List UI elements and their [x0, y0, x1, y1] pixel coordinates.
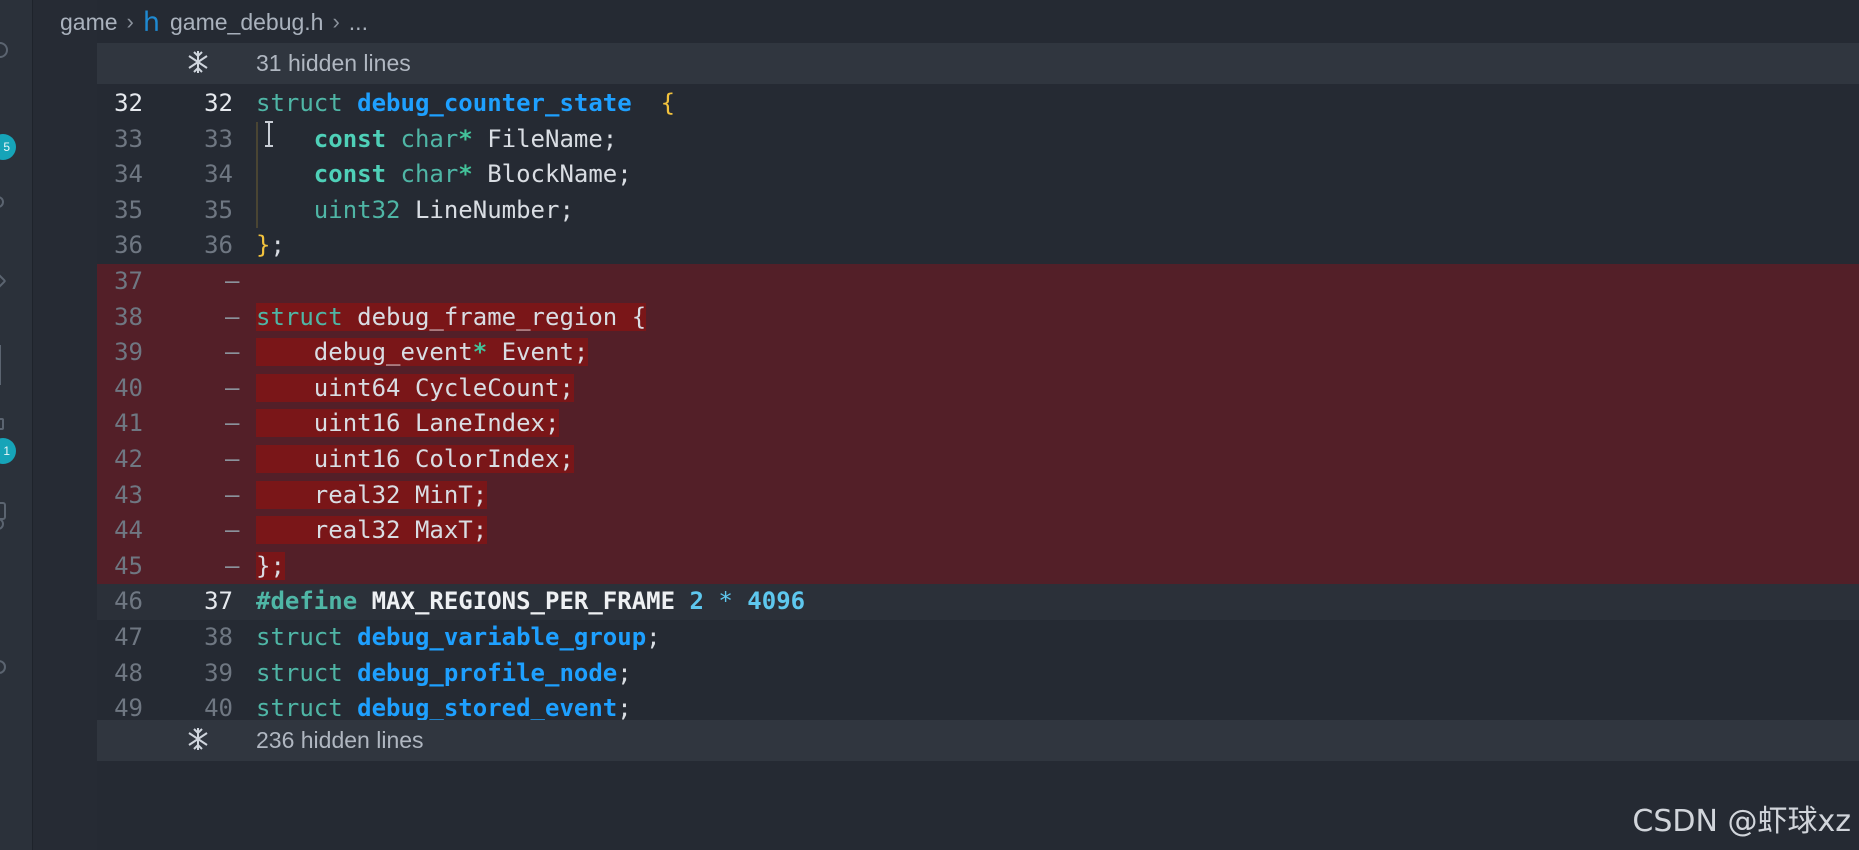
- hidden-lines-label: 236 hidden lines: [256, 727, 424, 753]
- code-line[interactable]: 35 35 uint32 LineNumber;: [97, 193, 1859, 229]
- removed-line-marker: —: [225, 266, 240, 295]
- code-line[interactable]: 39 — debug_event* Event;: [97, 335, 1859, 371]
- removed-line-marker: —: [225, 480, 240, 509]
- line-number-original: 45: [114, 551, 143, 580]
- code-text[interactable]: uint64 CycleCount;: [256, 371, 574, 407]
- line-number-modified: 34: [204, 160, 233, 189]
- code-line[interactable]: 37 —: [97, 263, 1859, 300]
- watermark: CSDN @虾球xz: [1632, 804, 1851, 839]
- folder-icon[interactable]: [0, 418, 4, 430]
- code-line[interactable]: 48 39 struct debug_profile_node;: [97, 656, 1859, 692]
- code-line[interactable]: 42 — uint16 ColorIndex;: [97, 441, 1859, 478]
- chevron-right-icon: ›: [332, 9, 340, 34]
- breadcrumb-file[interactable]: game_debug.h: [170, 9, 323, 36]
- code-text[interactable]: };: [256, 549, 285, 585]
- unfold-icon[interactable]: [185, 726, 211, 752]
- line-number-modified: 32: [204, 89, 233, 117]
- run-debug-icon[interactable]: [0, 196, 4, 208]
- line-number-original: 43: [114, 480, 143, 509]
- line-number-original: 46: [114, 587, 143, 616]
- breadcrumb: game › h game_debug.h › ...: [60, 6, 368, 38]
- removed-line-marker: —: [225, 338, 240, 367]
- code-text[interactable]: const char* BlockName;: [256, 157, 632, 193]
- notifications-badge[interactable]: 1: [0, 438, 16, 464]
- line-number-original: 38: [114, 302, 143, 331]
- hidden-lines-label: 31 hidden lines: [256, 50, 411, 76]
- files-icon[interactable]: [0, 502, 6, 520]
- hidden-lines-bottom[interactable]: 236 hidden lines: [97, 720, 1859, 761]
- line-number-original: 41: [114, 409, 143, 438]
- line-number-original: 35: [114, 195, 143, 224]
- line-number-original: 37: [114, 266, 143, 295]
- code-text[interactable]: struct debug_counter_state {: [256, 86, 675, 122]
- line-number-original: 36: [114, 231, 143, 260]
- hidden-lines-top[interactable]: 31 hidden lines: [97, 43, 1859, 84]
- code-text[interactable]: struct debug_variable_group;: [256, 620, 661, 656]
- code-line[interactable]: 40 — uint64 CycleCount;: [97, 370, 1859, 407]
- activity-bar: 5 1: [0, 0, 33, 850]
- code-line[interactable]: 45 —};: [97, 548, 1859, 585]
- code-line[interactable]: 46 37 #define MAX_REGIONS_PER_FRAME 2 * 40…: [97, 584, 1859, 620]
- header-file-icon: h: [142, 6, 160, 38]
- line-number-modified: 39: [204, 658, 233, 687]
- chevron-right-icon[interactable]: [0, 272, 7, 290]
- code-text[interactable]: real32 MinT;: [256, 478, 488, 514]
- line-number-modified: 38: [204, 622, 233, 651]
- code-line[interactable]: 34 34 const char* BlockName;: [97, 157, 1859, 193]
- unfold-icon[interactable]: [185, 49, 211, 75]
- code-text[interactable]: uint16 LaneIndex;: [256, 406, 560, 442]
- code-line[interactable]: 47 38 struct debug_variable_group;: [97, 620, 1859, 656]
- extensions-icon[interactable]: [0, 345, 1, 385]
- line-number-modified: 33: [204, 124, 233, 153]
- code-line[interactable]: 43 — real32 MinT;: [97, 477, 1859, 514]
- line-number-original: 33: [114, 124, 143, 153]
- removed-line-marker: —: [225, 373, 240, 402]
- breadcrumb-more[interactable]: ...: [349, 9, 368, 36]
- code-line[interactable]: 32 32 struct debug_counter_state {: [97, 86, 1859, 122]
- line-number-modified: 37: [204, 587, 233, 616]
- line-number-original: 40: [114, 373, 143, 402]
- line-number-original: 42: [114, 444, 143, 473]
- removed-line-marker: —: [225, 516, 240, 545]
- removed-line-marker: —: [225, 302, 240, 331]
- code-text[interactable]: debug_event* Event;: [256, 335, 589, 371]
- breadcrumb-folder[interactable]: game: [60, 9, 118, 36]
- code-line[interactable]: 41 — uint16 LaneIndex;: [97, 406, 1859, 442]
- code-text[interactable]: };: [256, 228, 285, 264]
- source-control-badge[interactable]: 5: [0, 134, 16, 160]
- code-text[interactable]: #define MAX_REGIONS_PER_FRAME 2 * 4096: [256, 584, 805, 620]
- gear-icon[interactable]: [0, 660, 6, 674]
- line-number-original: 39: [114, 338, 143, 367]
- code-line[interactable]: 44 — real32 MaxT;: [97, 513, 1859, 549]
- removed-line-marker: —: [225, 551, 240, 580]
- line-number-modified: 36: [204, 231, 233, 260]
- line-number-original: 48: [114, 658, 143, 687]
- gutter-spacer: [33, 0, 97, 850]
- removed-line-marker: —: [225, 409, 240, 438]
- code-text[interactable]: struct debug_frame_region {: [256, 300, 647, 336]
- line-number-original: 32: [114, 89, 143, 117]
- removed-line-marker: —: [225, 444, 240, 473]
- code-line[interactable]: 36 36};: [97, 228, 1859, 264]
- indent-guide: [256, 121, 258, 229]
- line-number-modified: 35: [204, 195, 233, 224]
- code-lines[interactable]: 32 32 struct debug_counter_state { 33 33 con…: [97, 86, 1859, 762]
- code-text[interactable]: uint16 ColorIndex;: [256, 442, 574, 478]
- text-cursor-icon: [265, 121, 273, 147]
- code-line[interactable]: 38 — struct debug_frame_region {: [97, 299, 1859, 336]
- line-number-original: 44: [114, 516, 143, 545]
- diff-editor[interactable]: 31 hidden lines 32 32 struct debug_counter…: [97, 43, 1859, 850]
- chevron-right-icon: ›: [126, 9, 134, 34]
- line-number-original: 47: [114, 622, 143, 651]
- code-text[interactable]: uint32 LineNumber;: [256, 193, 574, 229]
- code-text[interactable]: real32 MaxT;: [256, 513, 488, 549]
- code-text[interactable]: struct debug_profile_node;: [256, 656, 632, 692]
- code-text[interactable]: const char* FileName;: [256, 122, 617, 158]
- line-number-original: 34: [114, 160, 143, 189]
- search-icon[interactable]: [0, 42, 8, 58]
- code-line[interactable]: 33 33 const char* FileName;: [97, 122, 1859, 158]
